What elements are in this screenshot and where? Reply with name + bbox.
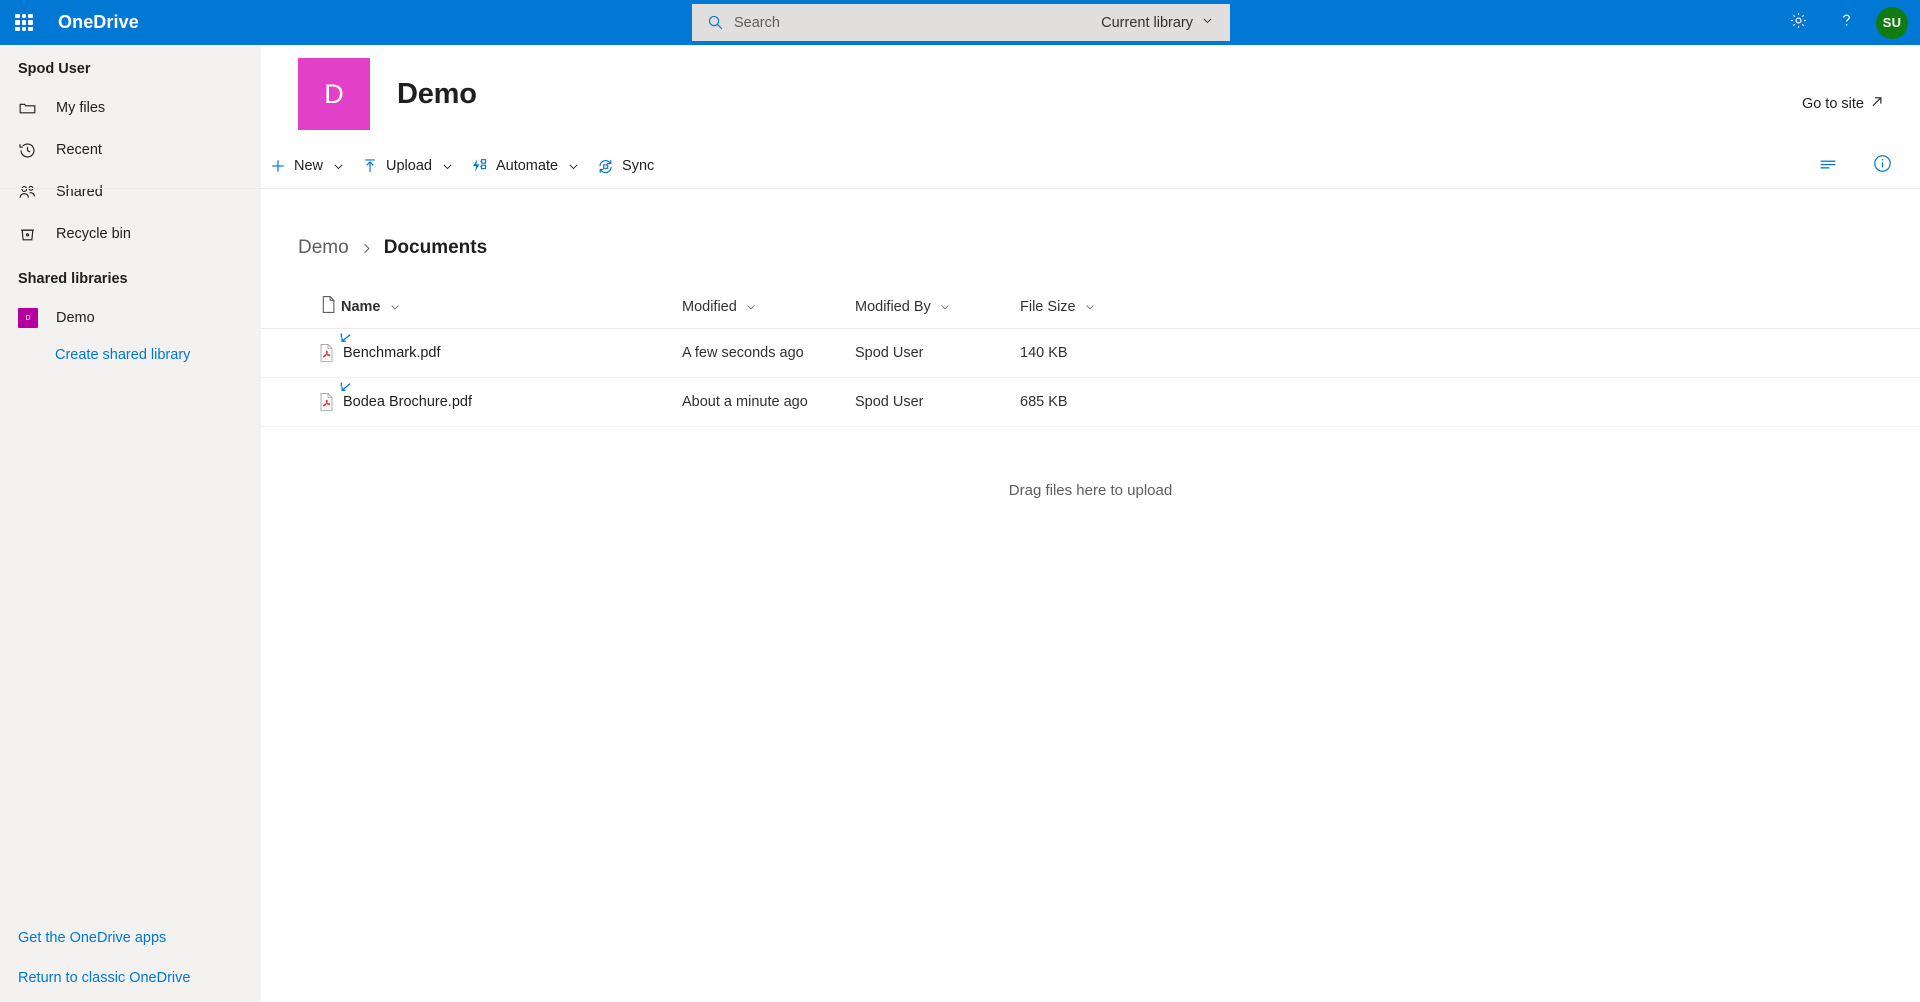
file-name-label: Bodea Brochure.pdf <box>343 394 472 410</box>
file-size-cell: 140 KB <box>1020 345 1160 361</box>
gear-icon <box>1789 11 1808 35</box>
chevron-down-icon <box>1084 301 1096 313</box>
library-tile-icon: D <box>18 308 48 328</box>
file-modified-by-cell: Spod User <box>855 345 1020 361</box>
search-box[interactable]: Current library <box>692 4 1230 41</box>
suite-actions: SU <box>1774 0 1920 45</box>
sidebar-item-library-demo[interactable]: D Demo <box>0 297 261 339</box>
go-to-site-link[interactable]: Go to site <box>1802 95 1884 113</box>
chevron-down-icon <box>441 160 454 173</box>
file-list: Name Modified Modified By <box>261 285 1920 499</box>
search-scope-selector[interactable]: Current library <box>1089 6 1224 39</box>
search-icon <box>702 14 728 31</box>
sidebar-footer: Get the OneDrive apps Return to classic … <box>0 918 261 1002</box>
automate-button[interactable]: Automate <box>462 145 588 187</box>
file-list-header: Name Modified Modified By <box>261 285 1920 329</box>
column-header-modified-label: Modified <box>682 299 737 315</box>
help-button[interactable] <box>1822 0 1870 45</box>
new-item-icon <box>339 381 353 395</box>
sidebar-item-label: Recycle bin <box>48 226 131 242</box>
command-bar: New Upload <box>0 143 1920 189</box>
pdf-file-icon <box>298 343 341 363</box>
column-header-name-label: Name <box>341 299 381 315</box>
file-type-icon <box>320 295 337 318</box>
upload-button[interactable]: Upload <box>353 145 462 187</box>
file-name-label: Benchmark.pdf <box>343 345 441 361</box>
column-header-modified-by-label: Modified By <box>855 299 931 315</box>
breadcrumb-item-demo[interactable]: Demo <box>298 237 349 259</box>
breadcrumb-item-documents: Documents <box>384 237 487 259</box>
new-button[interactable]: New <box>261 145 353 187</box>
file-modified-cell: About a minute ago <box>682 394 855 410</box>
list-view-options-icon <box>1817 153 1839 180</box>
sidebar-item-recycle-bin[interactable]: Recycle bin <box>0 213 261 255</box>
column-header-name[interactable]: Name <box>341 299 682 315</box>
new-item-icon <box>339 332 353 346</box>
breadcrumb: Demo Documents <box>261 189 1920 259</box>
app-launcher-button[interactable] <box>0 0 48 45</box>
sidebar-user-heading: Spod User <box>0 45 261 87</box>
column-header-file-size-label: File Size <box>1020 299 1076 315</box>
column-header-file-size[interactable]: File Size <box>1020 299 1160 315</box>
column-header-modified-by[interactable]: Modified By <box>855 299 1020 315</box>
upload-icon <box>361 157 379 175</box>
table-row[interactable]: Bodea Brochure.pdf About a minute ago Sp… <box>261 378 1920 427</box>
list-view-options-button[interactable] <box>1814 151 1842 181</box>
details-info-button[interactable] <box>1868 151 1896 181</box>
chevron-down-icon <box>567 160 580 173</box>
library-tile-letter: D <box>18 308 38 328</box>
chevron-down-icon <box>389 301 401 313</box>
onedrive-brand-link[interactable]: OneDrive <box>58 12 139 33</box>
table-row[interactable]: Benchmark.pdf A few seconds ago Spod Use… <box>261 329 1920 378</box>
chevron-right-icon <box>359 241 374 256</box>
file-name-cell[interactable]: Bodea Brochure.pdf <box>341 394 682 410</box>
info-circle-icon <box>1872 153 1893 179</box>
sidebar-shared-libraries-heading: Shared libraries <box>0 255 261 297</box>
file-size-cell: 685 KB <box>1020 394 1160 410</box>
sync-button[interactable]: Sync <box>588 145 662 187</box>
command-bar-buttons: New Upload <box>261 143 662 189</box>
sync-icon <box>596 157 615 176</box>
search-scope-label: Current library <box>1101 15 1193 31</box>
sidebar-item-my-files[interactable]: My files <box>0 87 261 129</box>
help-icon <box>1837 11 1856 35</box>
sidebar-item-label: My files <box>48 100 105 116</box>
chevron-down-icon <box>745 301 757 313</box>
trash-icon <box>18 224 48 244</box>
plus-icon <box>269 157 287 175</box>
sync-button-label: Sync <box>622 158 654 174</box>
pdf-file-icon <box>298 392 341 412</box>
command-bar-right-actions <box>1814 143 1896 189</box>
drag-files-hint: Drag files here to upload <box>261 427 1920 499</box>
automate-icon <box>470 157 489 176</box>
app-launcher-icon <box>15 14 33 32</box>
chevron-down-icon <box>332 160 345 173</box>
folder-icon <box>18 98 48 118</box>
settings-button[interactable] <box>1774 0 1822 45</box>
site-header: D Demo Go to site <box>261 45 1920 143</box>
file-modified-by-cell: Spod User <box>855 394 1020 410</box>
page-title: Demo <box>397 78 477 111</box>
file-modified-cell: A few seconds ago <box>682 345 855 361</box>
site-avatar-tile: D <box>298 58 370 130</box>
file-name-cell[interactable]: Benchmark.pdf <box>341 345 682 361</box>
automate-button-label: Automate <box>496 158 558 174</box>
get-onedrive-apps-link[interactable]: Get the OneDrive apps <box>0 918 261 958</box>
column-header-modified[interactable]: Modified <box>682 299 855 315</box>
new-button-label: New <box>294 158 323 174</box>
external-link-icon <box>1870 95 1884 113</box>
main-content: D Demo Go to site New <box>261 45 1920 1002</box>
sidebar-item-label: Demo <box>48 310 95 326</box>
search-input[interactable] <box>728 15 1089 31</box>
return-to-classic-onedrive-link[interactable]: Return to classic OneDrive <box>0 958 261 998</box>
avatar[interactable]: SU <box>1876 7 1908 39</box>
create-shared-library-link[interactable]: Create shared library <box>0 339 261 371</box>
chevron-down-icon <box>939 301 951 313</box>
suite-header-bar: OneDrive Current library <box>0 0 1920 45</box>
chevron-down-icon <box>1201 14 1214 31</box>
go-to-site-label: Go to site <box>1802 96 1864 112</box>
upload-button-label: Upload <box>386 158 432 174</box>
column-header-file-type[interactable] <box>298 295 341 318</box>
